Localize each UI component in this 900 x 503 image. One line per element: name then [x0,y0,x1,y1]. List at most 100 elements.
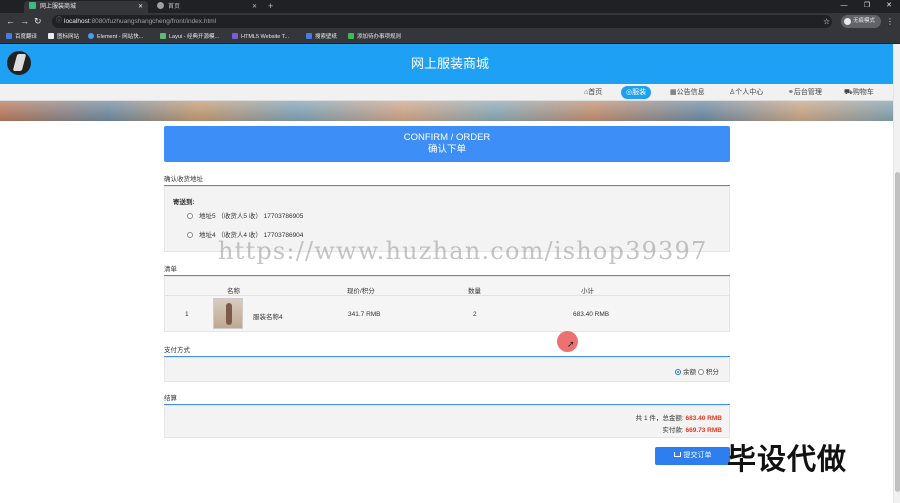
tab-title: 首页 [168,4,181,10]
address-option[interactable]: 地址5 （收货人5 收） 17703786905 [187,210,303,220]
settle-section-title: 结算 [164,395,177,402]
site-title: 网上服装商城 [410,56,489,71]
nav-cart[interactable]: ⛟购物车 [844,84,874,101]
payment-panel [164,357,730,382]
pay-option-label[interactable]: 余额 [683,369,696,376]
browser-tab[interactable]: 首页 ✕ [152,1,262,13]
forward-icon[interactable]: → [20,15,29,28]
close-tab-icon[interactable]: ✕ [138,1,143,13]
watermark-text: https://www.huzhan.com/ishop39397 [218,237,708,265]
column-header: 名称 [227,288,240,295]
bookmark-item[interactable]: Layui - 经典开源模... [160,30,219,44]
new-tab-icon[interactable]: + [268,0,273,13]
address-bar-area: ← → ↻ ⓘ localhost:8080/fuzhuangshangchen… [0,13,900,30]
bookmark-label: 百度翻译 [15,34,38,40]
actual-pay-amount: 669.73 RMB [685,427,723,434]
bookmark-favicon-icon [160,33,166,39]
product-subtotal: 683.40 RMB [573,311,610,318]
pay-option-label[interactable]: 积分 [706,369,719,376]
notice-icon: ▦ [670,89,677,96]
globe-icon [157,2,164,9]
window-close-icon[interactable]: ✕ [879,0,899,12]
nav-admin[interactable]: ⚭后台管理 [788,84,822,101]
product-quantity: 2 [473,311,477,318]
pay-points-radio[interactable] [697,369,704,375]
nav-notices[interactable]: ▦公告信息 [670,84,705,101]
site-nav: ⌂首页 ◎服装 ▦公告信息 ♙个人中心 ⚭后台管理 ⛟购物车 [0,84,900,101]
page-scrollbar[interactable] [893,44,900,503]
nav-label: 首页 [588,89,603,96]
nav-label: 公告信息 [676,89,705,96]
address-radio[interactable] [187,213,193,219]
bookmarks-bar: 百度翻译 图标网站 Element - 网站快... Layui - 经典开源模… [0,30,900,44]
list-section-title: 清单 [164,266,177,273]
header-cn: 确认下单 [427,144,466,155]
maximize-icon[interactable]: ❐ [857,0,877,12]
pay-balance-radio[interactable] [675,369,681,375]
incognito-icon [844,18,851,25]
bookmark-label: 添加待办事项规则 [357,34,402,40]
table-divider [165,295,729,296]
bookmark-label: 搜索壁纸 [315,34,338,40]
reload-icon[interactable]: ↻ [34,15,42,28]
minimize-icon[interactable]: — [834,0,854,12]
bookmark-label: 图标网站 [57,34,80,40]
product-name[interactable]: 服装名称4 [253,311,283,321]
browser-tab-active[interactable]: 网上服装商城 ✕ [24,1,148,13]
address-radio[interactable] [187,232,193,238]
confirm-order-header: CONFIRM / ORDER 确认下单 [164,126,730,162]
bookmark-item[interactable]: Element - 网站快... [88,30,143,44]
actual-pay-label: 实付款: [662,427,684,434]
site-info-icon[interactable]: ⓘ [56,15,62,28]
bookmark-item[interactable]: 百度翻译 [6,30,37,44]
back-icon[interactable]: ← [6,15,15,28]
nav-label: 后台管理 [793,89,822,96]
tab-title: 网上服装商城 [40,4,77,10]
bookmark-label: Element - 网站快... [97,34,144,40]
cart-icon [673,452,681,457]
bookmark-item[interactable]: 图标网站 [48,30,79,44]
bookmark-favicon-icon [348,33,354,39]
bookmark-favicon-icon [48,33,54,39]
url-input[interactable]: ⓘ localhost:8080/fuzhuangshangcheng/fron… [52,15,832,28]
product-thumbnail[interactable] [213,298,243,329]
bookmark-item[interactable]: 搜索壁纸 [306,30,337,44]
address-text: 地址5 （收货人5 收） 17703786905 [199,213,304,220]
ship-to-label: 寄送到: [173,199,195,206]
product-price: 341.7 RMB [348,311,381,318]
incognito-profile-button[interactable]: 无痕模式 [841,15,881,28]
summary-label: 共 1 件，总金额: [635,415,684,422]
bookmark-star-icon[interactable]: ☆ [823,15,830,28]
header-en: CONFIRM / ORDER [403,132,491,143]
submit-label: 提交订单 [683,452,712,459]
close-tab-icon[interactable]: ✕ [252,1,257,13]
bookmark-item[interactable]: HTML5 Website T... [232,30,289,44]
bookmark-label: Layui - 经典开源模... [169,34,220,40]
submit-order-button[interactable]: 提交订单 [655,447,730,465]
bookmark-favicon-icon [88,33,94,39]
order-items-table: 名称 现价/积分 数量 小计 1 服装名称4 341.7 RMB 2 683.4… [164,276,730,332]
scrollbar-thumb[interactable] [895,172,900,492]
column-header: 小计 [581,288,594,295]
bookmark-item[interactable]: 添加待办事项规则 [348,30,401,44]
nav-home[interactable]: ⌂首页 [584,84,602,101]
browser-menu-icon[interactable]: ⋮ [886,15,894,28]
payment-section-title: 支付方式 [164,347,190,354]
bookmark-favicon-icon [6,33,12,39]
banner-image [0,101,900,121]
column-header: 数量 [468,288,481,295]
nav-user-center[interactable]: ♙个人中心 [729,84,763,101]
address-section-title: 确认收货地址 [164,176,203,183]
bookmark-favicon-icon [306,33,312,39]
nav-label: 个人中心 [735,89,764,96]
promo-text: 毕设代做 [727,444,848,476]
bookmark-label: HTML5 Website T... [241,34,290,40]
bookmark-favicon-icon [232,33,238,39]
url-path: :8080/fuzhuangshangcheng/front/index.htm… [89,18,217,25]
row-index: 1 [185,311,189,318]
browser-tab-strip: 网上服装商城 ✕ 首页 ✕ + — ❐ ✕ [0,0,900,13]
mouse-pointer-icon: ➚ [567,339,575,349]
order-total: 683.40 RMB [685,415,723,422]
nav-clothing[interactable]: ◎服装 [621,86,652,99]
payment-options: 余额 积分 [675,366,719,376]
